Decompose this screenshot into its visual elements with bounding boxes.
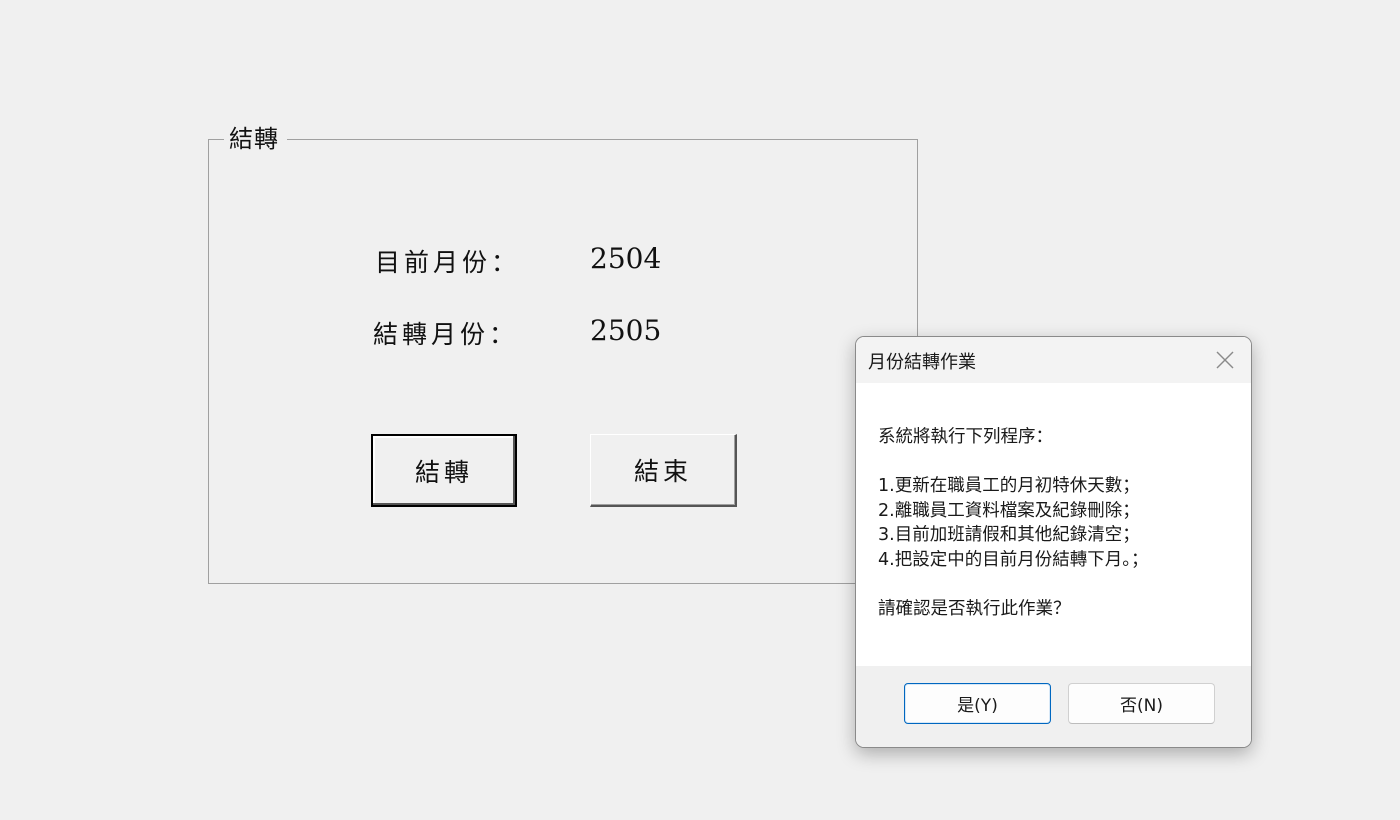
- message-step-3: 3.目前加班請假和其他紀錄清空；: [878, 525, 1140, 545]
- dialog-titlebar: 月份結轉作業: [856, 337, 1251, 383]
- transfer-groupbox: [208, 139, 918, 584]
- end-button[interactable]: 結束: [590, 434, 737, 507]
- message-step-4: 4.把設定中的目前月份結轉下月。；: [878, 549, 1149, 570]
- dialog-title: 月份結轉作業: [868, 352, 976, 373]
- message-step-1: 1.更新在職員工的月初特休天數；: [878, 476, 1140, 496]
- message-step-2: 2.離職員工資料檔案及紀錄刪除；: [878, 500, 1140, 521]
- dialog-body: 系統將執行下列程序： 1.更新在職員工的月初特休天數； 2.離職員工資料檔案及紀…: [856, 383, 1251, 668]
- message-intro: 系統將執行下列程序：: [878, 427, 1053, 447]
- dialog-footer: 是(Y) 否(N): [856, 666, 1251, 747]
- dialog-message: 系統將執行下列程序： 1.更新在職員工的月初特休天數； 2.離職員工資料檔案及紀…: [878, 425, 1238, 621]
- current-month-label: 目前月份：: [375, 248, 521, 277]
- yes-button[interactable]: 是(Y): [904, 683, 1051, 724]
- current-month-value: 2504: [590, 242, 662, 275]
- message-confirm: 請確認是否執行此作業？: [878, 598, 1071, 619]
- transfer-month-label: 結轉月份：: [373, 320, 519, 349]
- groupbox-title: 結轉: [224, 119, 287, 154]
- close-icon[interactable]: [1213, 348, 1237, 372]
- month-transfer-dialog: 月份結轉作業 系統將執行下列程序： 1.更新在職員工的月初特休天數； 2.離職員…: [855, 336, 1252, 748]
- no-button[interactable]: 否(N): [1068, 683, 1215, 724]
- transfer-button[interactable]: 結轉: [371, 434, 517, 507]
- transfer-month-value: 2505: [590, 314, 662, 347]
